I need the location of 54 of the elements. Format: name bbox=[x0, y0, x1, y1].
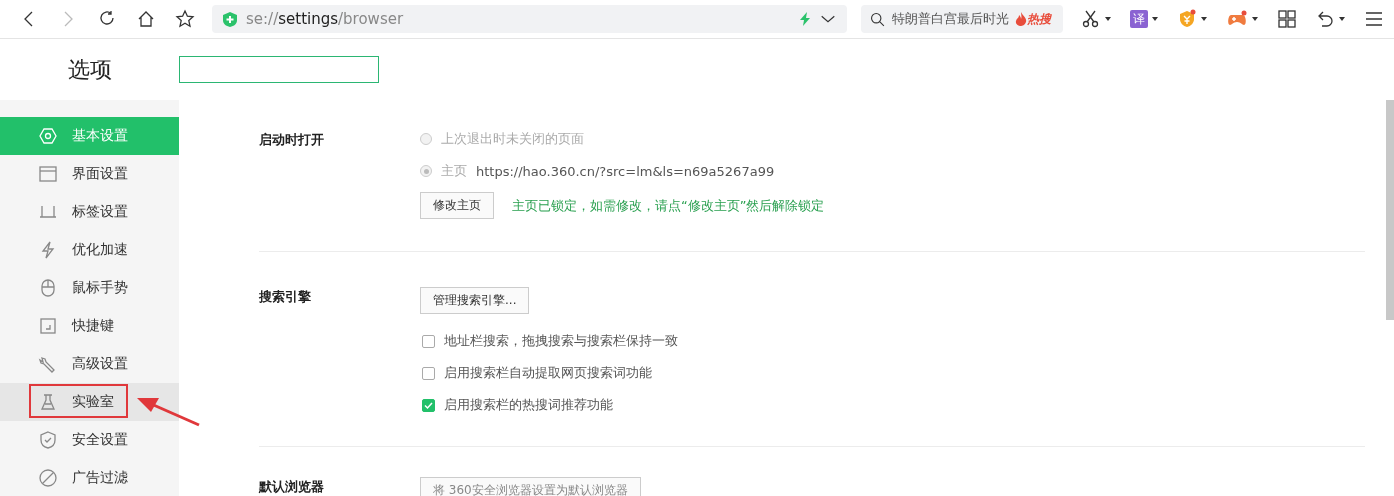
section-title: 默认浏览器 bbox=[259, 478, 325, 496]
manage-search-engines-button[interactable]: 管理搜索引擎... bbox=[420, 287, 530, 314]
checkbox-label: 启用搜索栏的热搜词推荐功能 bbox=[444, 396, 613, 414]
section-title: 启动时打开 bbox=[259, 131, 325, 149]
grid-icon bbox=[1277, 9, 1298, 29]
caret-icon bbox=[1151, 15, 1160, 23]
section-title: 搜索引擎 bbox=[259, 288, 312, 306]
hot-search-badge: 热搜 bbox=[1014, 10, 1051, 28]
coin-shield-icon bbox=[1177, 9, 1198, 29]
flask-icon bbox=[38, 392, 58, 412]
checkbox-label: 启用搜索栏自动提取网页搜索词功能 bbox=[444, 364, 652, 382]
address-bar[interactable]: se://settings/browser bbox=[212, 5, 847, 33]
shield-icon bbox=[38, 430, 58, 450]
window-icon bbox=[38, 164, 58, 184]
caret-icon bbox=[1200, 15, 1209, 23]
page-title: 选项 bbox=[66, 55, 113, 84]
sidebar-item[interactable]: 广告过滤 bbox=[0, 459, 179, 496]
homepage-url: https://hao.360.cn/?src=lm&ls=n69a5267a99 bbox=[476, 163, 775, 179]
url-text: se://settings/browser bbox=[246, 10, 405, 28]
sidebar-item[interactable]: 标签设置 bbox=[0, 193, 179, 231]
checkbox[interactable] bbox=[422, 398, 435, 412]
sidebar-item[interactable]: 界面设置 bbox=[0, 155, 179, 193]
search-placeholder: 特朗普白宫最后时光 bbox=[891, 10, 1009, 28]
checkbox[interactable] bbox=[422, 334, 435, 348]
sidebar-item[interactable]: 优化加速 bbox=[0, 231, 179, 269]
sidebar-item[interactable]: 高级设置 bbox=[0, 345, 179, 383]
option-label: 上次退出时未关闭的页面 bbox=[441, 130, 584, 148]
checkbox-label: 地址栏搜索，拖拽搜索与搜索栏保持一致 bbox=[444, 332, 678, 350]
arrow-drawing bbox=[135, 395, 201, 427]
sidebar-item[interactable]: 快捷键 bbox=[0, 307, 179, 345]
mouse-icon bbox=[38, 278, 58, 298]
shield-icon bbox=[222, 10, 238, 28]
block-icon bbox=[38, 468, 58, 488]
caret-icon bbox=[1104, 15, 1113, 23]
scrollbar[interactable] bbox=[1386, 100, 1394, 320]
screenshot-button[interactable] bbox=[1081, 9, 1113, 29]
menu-icon bbox=[1364, 9, 1385, 29]
wallet-button[interactable] bbox=[1177, 9, 1209, 29]
sidebar-item[interactable]: 安全设置 bbox=[0, 421, 179, 459]
checkbox[interactable] bbox=[422, 366, 435, 380]
lock-notice: 主页已锁定，如需修改，请点“修改主页”然后解除锁定 bbox=[512, 196, 825, 215]
menu-button[interactable] bbox=[1364, 9, 1385, 29]
apps-button[interactable] bbox=[1277, 9, 1298, 29]
settings-search-field[interactable] bbox=[179, 56, 379, 83]
edit-homepage-button[interactable]: 修改主页 bbox=[420, 192, 494, 219]
bolt-icon bbox=[798, 12, 811, 26]
caret-icon bbox=[1251, 15, 1260, 23]
option-label: 主页 bbox=[441, 162, 467, 180]
search-icon bbox=[868, 10, 886, 28]
caret-icon bbox=[1338, 15, 1347, 23]
search-box[interactable]: 特朗普白宫最后时光 热搜 bbox=[860, 5, 1064, 33]
hexagon-icon bbox=[38, 126, 58, 146]
star-icon bbox=[174, 9, 195, 29]
sidebar-item[interactable]: 鼠标手势 bbox=[0, 269, 179, 307]
